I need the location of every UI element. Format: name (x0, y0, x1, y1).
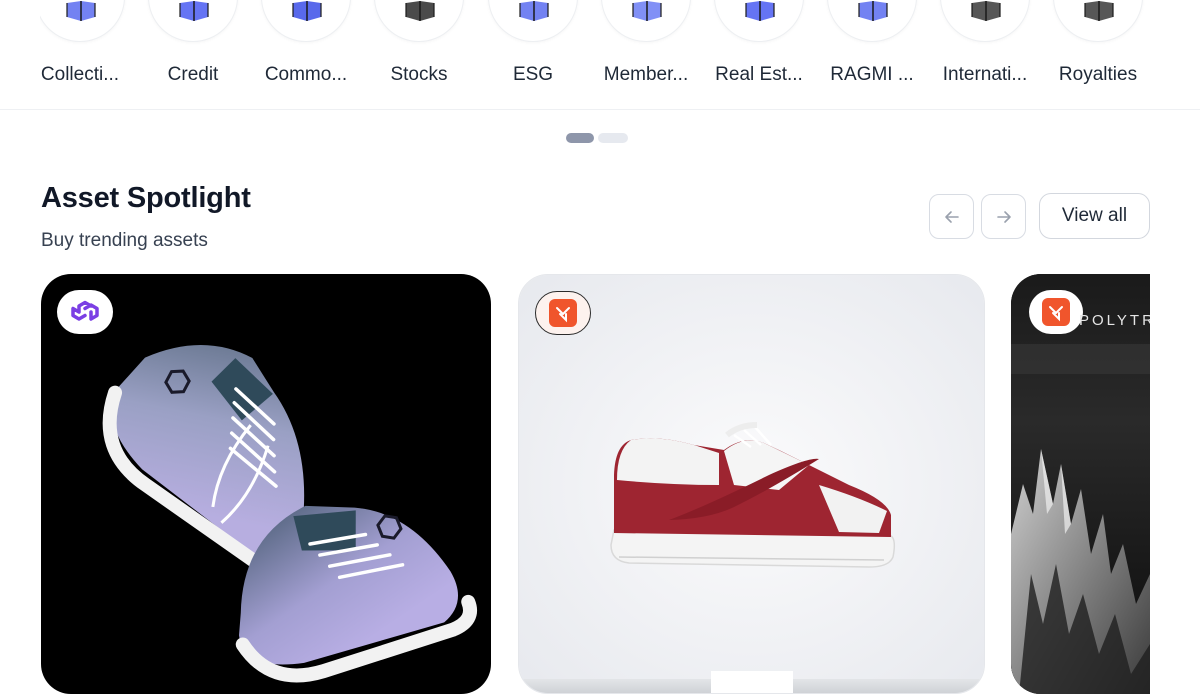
category-label: Royalties (1058, 64, 1138, 85)
real-estate-icon (745, 1, 775, 21)
asset-image-sneakers (102, 345, 478, 683)
category-label: Stocks (390, 64, 448, 85)
category-icon-circle (940, 0, 1030, 42)
ragmi-icon (858, 1, 888, 21)
credit-icon (179, 1, 209, 21)
section-title: Asset Spotlight (41, 182, 251, 214)
commodities-icon (292, 1, 322, 21)
category-strip: Collecti... Credit Commo... Stocks ESG Member… (0, 0, 1200, 110)
carousel-next-button[interactable] (981, 194, 1026, 239)
category-item[interactable]: Credit (143, 0, 243, 109)
category-item[interactable]: Stocks (369, 0, 469, 109)
pagination-dot-active[interactable] (566, 133, 594, 143)
category-label: Internati... (942, 64, 1028, 85)
card-bottom-tab (711, 671, 793, 693)
international-icon (971, 1, 1001, 21)
collectibles-icon (66, 1, 96, 21)
category-icon-circle (261, 0, 351, 42)
polygon-icon (71, 300, 99, 321)
chain-badge (57, 290, 113, 334)
category-label: Collecti... (40, 64, 120, 85)
arrow-left-icon (944, 210, 959, 223)
asset-card[interactable] (518, 274, 985, 694)
chain-badge (535, 291, 591, 335)
category-icon-circle (374, 0, 464, 42)
asset-card[interactable] (41, 274, 491, 694)
category-track: Collecti... Credit Commo... Stocks ESG Member… (40, 0, 1150, 109)
category-item[interactable]: Real Est... (709, 0, 809, 109)
memberships-icon (632, 1, 662, 21)
category-label: RAGMI ... (830, 64, 914, 85)
category-icon-circle (488, 0, 578, 42)
category-label: ESG (512, 64, 554, 85)
brand-text: POLYTR (1079, 312, 1150, 329)
category-label: Member... (603, 64, 689, 85)
category-item[interactable]: Commo... (256, 0, 356, 109)
category-label: Credit (167, 64, 219, 85)
view-all-button[interactable]: View all (1039, 193, 1150, 239)
category-item[interactable]: ESG (483, 0, 583, 109)
pagination-dot[interactable] (598, 133, 628, 143)
category-icon-circle (827, 0, 917, 42)
category-icon-circle (148, 0, 238, 42)
category-icon-circle (1053, 0, 1143, 42)
category-icon-circle (40, 0, 125, 42)
chain-badge (1029, 290, 1083, 334)
carousel-prev-button[interactable] (929, 194, 974, 239)
carousel-pagination (566, 132, 630, 144)
orange-chain-icon (1042, 298, 1070, 326)
asset-card[interactable]: POLYTR (1011, 274, 1150, 694)
category-item[interactable]: Royalties (1048, 0, 1148, 109)
arrow-right-icon (996, 210, 1011, 223)
category-icon-circle (714, 0, 804, 42)
esg-icon (519, 1, 549, 21)
category-item[interactable]: Member... (596, 0, 696, 109)
category-item[interactable]: Collecti... (40, 0, 130, 109)
category-icon-circle (601, 0, 691, 42)
orange-chain-icon (549, 299, 577, 327)
stocks-icon (405, 1, 435, 21)
section-subtitle: Buy trending assets (41, 230, 208, 251)
asset-image-sneaker (519, 275, 984, 693)
category-label: Real Est... (715, 64, 803, 85)
category-item[interactable]: RAGMI ... (822, 0, 922, 109)
asset-image-crystal-landscape (1011, 274, 1150, 694)
category-item[interactable]: Internati... (935, 0, 1035, 109)
royalties-icon (1084, 1, 1114, 21)
category-label: Commo... (264, 64, 348, 85)
